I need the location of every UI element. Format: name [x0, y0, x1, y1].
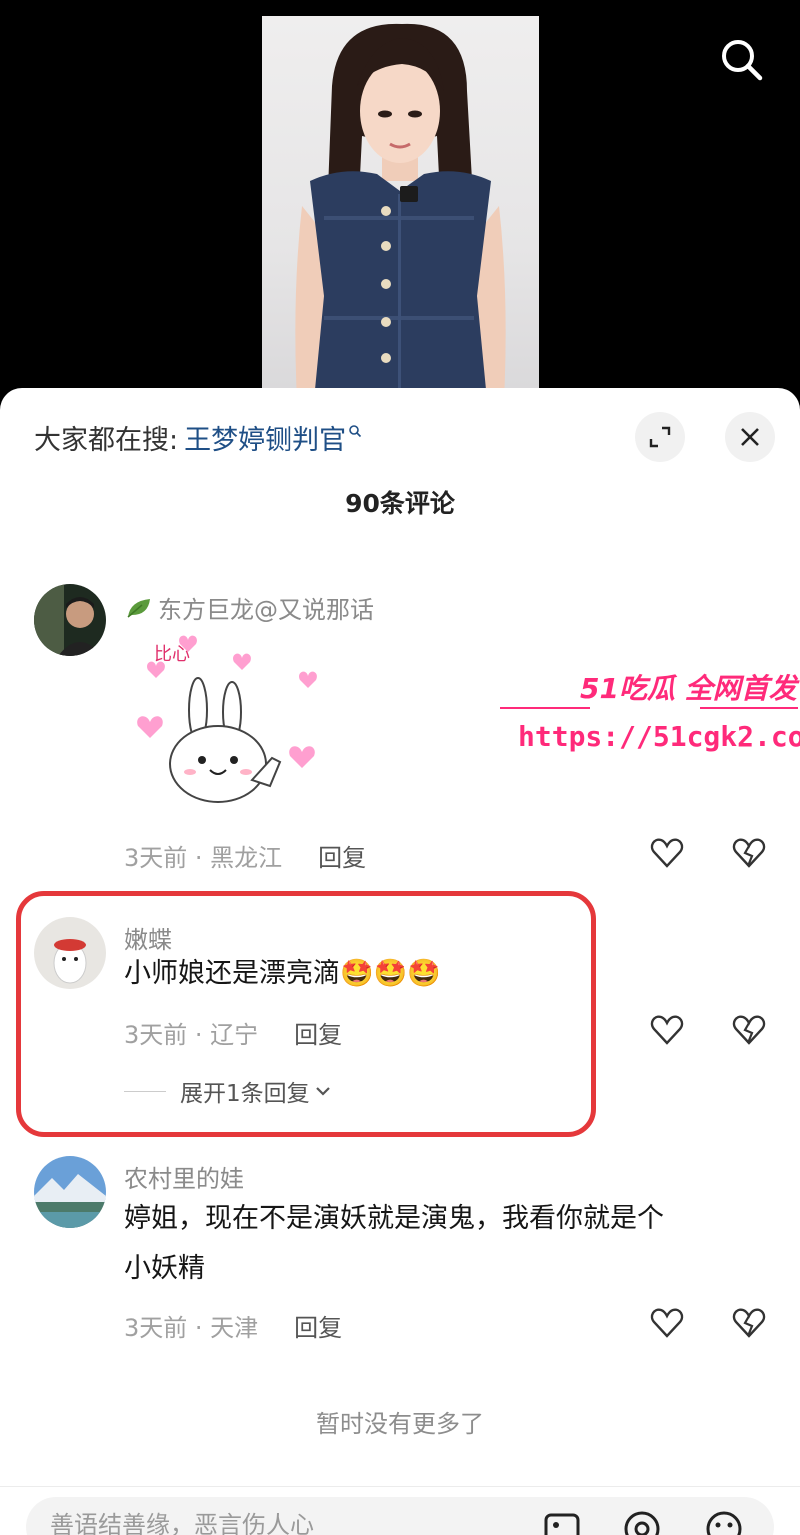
broken-heart-icon[interactable] — [732, 1013, 766, 1047]
hot-search-bar[interactable]: 大家都在搜: 王梦婷铡判官 — [34, 418, 362, 457]
close-button[interactable] — [725, 412, 775, 462]
expand-icon — [649, 426, 671, 448]
chevron-down-icon — [315, 1087, 330, 1096]
broken-heart-icon[interactable] — [732, 836, 766, 870]
video-frame[interactable] — [262, 16, 539, 400]
woman-portrait-image — [295, 23, 506, 400]
watermark-brand: 51吃瓜 全网首发 — [580, 672, 800, 705]
comment-text-line: 小妖精 — [124, 1253, 205, 1284]
broken-heart-icon[interactable] — [732, 1306, 766, 1340]
sticker-text: 比心 — [154, 644, 190, 665]
comment-username[interactable]: 农村里的娃 — [124, 1159, 244, 1194]
close-icon — [741, 428, 759, 446]
comment-meta: 3天前 · 辽宁 回复 — [124, 1015, 342, 1050]
comment-input-bar — [0, 1486, 800, 1535]
heart-icon[interactable] — [650, 836, 684, 870]
small-search-icon — [349, 424, 362, 437]
comment-text: 婷姐，现在不是演妖就是演鬼，我看你就是个 小妖精 — [124, 1194, 754, 1294]
comment-input[interactable] — [50, 1505, 530, 1535]
reply-button[interactable]: 回复 — [294, 1308, 342, 1343]
reply-button[interactable]: 回复 — [318, 838, 366, 873]
hot-search-prefix: 大家都在搜: — [34, 425, 179, 456]
reply-button[interactable]: 回复 — [294, 1015, 342, 1050]
comment-input-container[interactable] — [26, 1497, 774, 1535]
video-area[interactable] — [0, 0, 800, 400]
leaf-badge-icon — [127, 598, 150, 618]
expand-replies-label: 展开1条回复 — [180, 1081, 310, 1107]
avatar[interactable] — [34, 584, 106, 656]
sticker-image: 比心 — [130, 630, 330, 810]
avatar[interactable] — [34, 917, 106, 989]
no-more-label: 暂时没有更多了 — [316, 1410, 484, 1438]
comment-emoji: 🤩🤩🤩 — [340, 958, 441, 989]
watermark-url: https://51cgk2.com — [518, 720, 800, 753]
comment-sheet: 大家都在搜: 王梦婷铡判官 90条评论 东方巨龙@又说那话 比心 3天前 · 黑… — [0, 388, 800, 1535]
comment-meta: 3天前 · 黑龙江 回复 — [124, 838, 366, 873]
search-icon[interactable] — [718, 36, 766, 84]
comment-time-location: 3天前 · 黑龙江 — [124, 844, 283, 872]
image-icon[interactable] — [542, 1509, 582, 1535]
expand-button[interactable] — [635, 412, 685, 462]
comment-user[interactable]: 东方巨龙@又说那话 — [124, 590, 374, 625]
comment-text: 小师娘还是漂亮滴🤩🤩🤩 — [124, 949, 754, 999]
emoji-icon[interactable] — [704, 1509, 744, 1535]
comment-text-line: 婷姐，现在不是演妖就是演鬼，我看你就是个 — [124, 1203, 664, 1234]
comment-time-location: 3天前 · 天津 — [124, 1314, 259, 1342]
heart-icon[interactable] — [650, 1013, 684, 1047]
comment-username: 东方巨龙@又说那话 — [158, 596, 374, 624]
at-icon[interactable] — [622, 1509, 662, 1535]
comment-meta: 3天前 · 天津 回复 — [124, 1308, 342, 1343]
comment-count: 90条评论 — [345, 489, 455, 518]
hot-search-keyword[interactable]: 王梦婷铡判官 — [184, 418, 346, 457]
comment-text-content: 小师娘还是漂亮滴 — [124, 958, 340, 989]
watermark: 51吃瓜 全网首发 https://51cgk2.com — [500, 660, 800, 760]
divider — [124, 1090, 166, 1092]
heart-icon[interactable] — [650, 1306, 684, 1340]
comment-time-location: 3天前 · 辽宁 — [124, 1021, 259, 1049]
avatar[interactable] — [34, 1156, 106, 1228]
expand-replies-button[interactable]: 展开1条回复 — [124, 1074, 332, 1108]
